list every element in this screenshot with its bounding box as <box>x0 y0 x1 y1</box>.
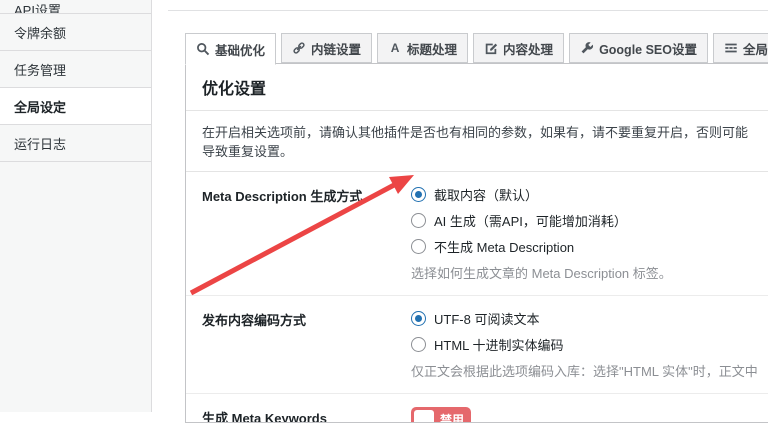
tab-label: Google SEO设置 <box>599 39 697 58</box>
sidebar-item-label: API设置 <box>14 0 61 14</box>
optimization-settings-panel: 优化设置 在开启相关选项前，请确认其他插件是否也有相同的参数，如果有，请不要重复… <box>185 63 768 423</box>
sidebar-item-label: 任务管理 <box>14 60 66 79</box>
radio-label: UTF-8 可阅读文本 <box>434 309 539 328</box>
tab-global-content-insert[interactable]: 全局内容插 <box>713 33 768 63</box>
tab-label: 内链设置 <box>311 39 361 58</box>
sidebar-item-token-balance[interactable]: 令牌余额 <box>0 14 151 51</box>
tab-content-processing[interactable]: 内容处理 <box>473 33 564 63</box>
radio-label: 截取内容（默认） <box>434 185 538 204</box>
field-label: Meta Description 生成方式 <box>202 185 411 282</box>
sidebar-item-task-management[interactable]: 任务管理 <box>0 51 151 88</box>
field-label: 生成 Meta Keywords <box>202 407 411 423</box>
field-meta-keywords: 生成 Meta Keywords 禁用 是否生成 Meta Keywords 标… <box>186 394 768 423</box>
search-icon <box>196 42 210 56</box>
radio-option-ai-generate[interactable]: AI 生成（需API，可能增加消耗） <box>411 211 758 230</box>
radio-label: 不生成 Meta Description <box>434 237 574 256</box>
tab-label: 全局内容插 <box>743 39 768 58</box>
tab-google-seo[interactable]: Google SEO设置 <box>569 33 708 63</box>
tab-internal-links[interactable]: 内链设置 <box>281 33 372 63</box>
radio-option-utf8[interactable]: UTF-8 可阅读文本 <box>411 309 758 328</box>
toggle-state-label: 禁用 <box>440 411 464 423</box>
sidebar-item-label: 令牌余额 <box>14 23 66 42</box>
wrench-icon <box>580 41 594 55</box>
radio-icon <box>411 337 426 352</box>
link-icon <box>292 41 306 55</box>
tab-label: 内容处理 <box>503 39 553 58</box>
radio-option-no-meta-description[interactable]: 不生成 Meta Description <box>411 237 758 256</box>
radio-icon <box>411 187 426 202</box>
page-title: 优化设置 <box>186 64 768 111</box>
sidebar-item-global-settings[interactable]: 全局设定 <box>0 88 151 125</box>
radio-option-truncate-content[interactable]: 截取内容（默认） <box>411 185 758 204</box>
radio-icon <box>411 311 426 326</box>
radio-label: HTML 十进制实体编码 <box>434 335 564 354</box>
letter-a-icon: A <box>388 41 402 55</box>
settings-notice: 在开启相关选项前，请确认其他插件是否也有相同的参数，如果有，请不要重复开启，否则… <box>186 111 768 172</box>
lines-icon <box>724 41 738 55</box>
field-meta-description-mode: Meta Description 生成方式 截取内容（默认） AI 生成（需AP… <box>186 172 768 296</box>
top-divider <box>168 10 768 11</box>
radio-icon <box>411 213 426 228</box>
field-content-encoding: 发布内容编码方式 UTF-8 可阅读文本 HTML 十进制实体编码 仅正文会根据… <box>186 296 768 394</box>
sidebar-item-label: 运行日志 <box>14 134 66 153</box>
settings-sidebar: API设置 令牌余额 任务管理 全局设定 运行日志 <box>0 0 152 412</box>
sidebar-item-label: 全局设定 <box>14 97 66 116</box>
tab-label: 标题处理 <box>407 39 457 58</box>
tab-basic-optimization[interactable]: 基础优化 <box>185 33 276 65</box>
edit-icon <box>484 41 498 55</box>
settings-tab-bar: 基础优化 内链设置 A 标题处理 内容处理 Google SEO设置 全局内容插… <box>185 33 768 65</box>
radio-option-html-entity[interactable]: HTML 十进制实体编码 <box>411 335 758 354</box>
field-help: 仅正文会根据此选项编码入库：选择"HTML 实体"时，正文中的非 ASCII 字… <box>411 361 758 380</box>
sidebar-item-run-logs[interactable]: 运行日志 <box>0 125 151 162</box>
radio-icon <box>411 239 426 254</box>
field-help: 选择如何生成文章的 Meta Description 标签。 <box>411 263 758 282</box>
radio-label: AI 生成（需API，可能增加消耗） <box>434 211 627 230</box>
tab-label: 基础优化 <box>215 40 265 59</box>
field-label: 发布内容编码方式 <box>202 309 411 380</box>
sidebar-item-api-settings[interactable]: API设置 <box>0 0 151 14</box>
meta-keywords-toggle[interactable]: 禁用 <box>411 407 471 423</box>
tab-title-processing[interactable]: A 标题处理 <box>377 33 468 63</box>
